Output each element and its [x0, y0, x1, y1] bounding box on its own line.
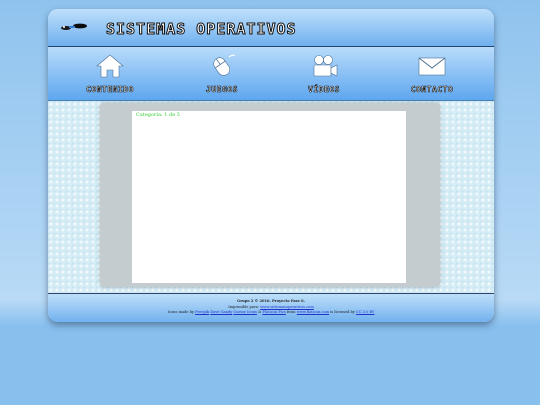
nav-item-videos[interactable]: Vídeos	[282, 51, 366, 99]
nav-label-contacto: Contacto	[410, 85, 454, 95]
site-panel: Sistemas Operativos Contenido Juegos	[48, 9, 494, 322]
credits-prefix: Icons made by	[167, 310, 194, 314]
nav-label-contenido: Contenido	[86, 85, 134, 95]
nav-item-juegos[interactable]: Juegos	[180, 51, 264, 99]
credit-link-cursor-icons[interactable]: Cursor Icons	[233, 310, 256, 314]
content-frame: Categoría: 1 de 5	[100, 103, 440, 287]
credits-amp: &	[258, 310, 262, 314]
page-floor	[0, 326, 540, 405]
mail-icon	[418, 57, 446, 76]
site-header: Sistemas Operativos	[48, 9, 494, 47]
nav-label-videos: Vídeos	[308, 85, 340, 95]
credit-link-freepik[interactable]: Freepik	[195, 310, 209, 314]
document-text: Categoría: 1 de 5	[136, 112, 180, 118]
credit-link-flaticon[interactable]: www.flaticon.com	[297, 310, 329, 314]
nav-item-contenido[interactable]: Contenido	[68, 51, 152, 99]
logo-icon[interactable]	[60, 22, 88, 32]
site-footer: Grupo 2 © 2016. Proyecto Fase 6. Imprimi…	[48, 293, 494, 322]
main-nav: Contenido Juegos Vídeos	[48, 47, 494, 101]
nav-item-contacto[interactable]: Contacto	[390, 51, 474, 99]
credit-link-license[interactable]: CC 3.0 BY	[356, 310, 374, 314]
footer-line2-prefix: Imprimible para:	[228, 304, 260, 309]
footer-credits: Icons made by Freepik Dave Gandy Cursor …	[48, 310, 494, 316]
mouse-icon	[213, 54, 236, 76]
content-area: Categoría: 1 de 5	[48, 101, 494, 293]
embedded-document[interactable]: Categoría: 1 de 5	[132, 111, 406, 283]
credit-link-dave-gandy[interactable]: Dave Gandy	[210, 310, 232, 314]
footer-site-link[interactable]: www.sistemasoperativos.com	[260, 305, 314, 309]
credits-from: from	[286, 310, 296, 314]
home-icon	[96, 54, 124, 78]
credits-licensed: is licensed by	[330, 310, 355, 314]
nav-label-juegos: Juegos	[206, 85, 238, 95]
site-title: Sistemas Operativos	[106, 20, 297, 39]
video-camera-icon	[313, 55, 338, 77]
credit-link-flaticon-pics[interactable]: Flaticon Pics	[262, 310, 285, 314]
